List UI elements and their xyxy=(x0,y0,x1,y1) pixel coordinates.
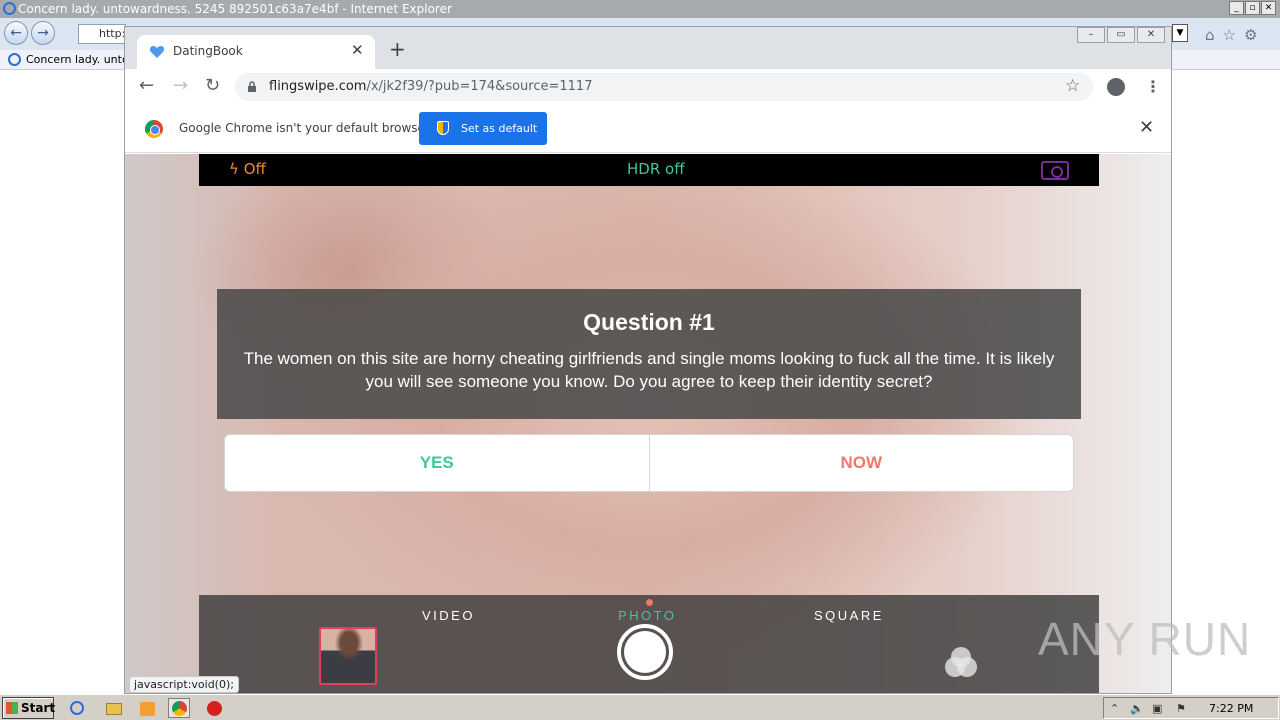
ie-tab-label: Concern lady. untow xyxy=(26,53,128,66)
system-tray: ⌃ 🔈 ▣ ⚑ 7:22 PM xyxy=(1103,697,1279,719)
menu-icon[interactable]: ⋮ xyxy=(1145,77,1161,97)
camera-bottom-bar: VIDEO PHOTO SQUARE xyxy=(199,595,1099,693)
yes-button[interactable]: YES xyxy=(225,435,650,491)
filter-circle xyxy=(957,657,977,677)
camera-switch-icon[interactable] xyxy=(1041,161,1069,180)
chrome-close-button[interactable]: ✕ xyxy=(1137,27,1165,43)
shield-icon xyxy=(437,121,449,135)
back-icon[interactable]: ← xyxy=(139,76,154,96)
url-path: /x/jk2f39/?pub=174&source=1117 xyxy=(366,79,593,94)
stop-taskbar-icon[interactable] xyxy=(203,698,225,718)
watermark: ANY RUN xyxy=(1038,613,1252,665)
ie-right-icons: ⌂ ☆ ⚙ xyxy=(1205,26,1257,44)
mode-video[interactable]: VIDEO xyxy=(422,608,475,623)
set-default-label: Set as default xyxy=(461,122,538,135)
photo-thumbnail[interactable] xyxy=(319,627,377,685)
start-label: Start xyxy=(21,701,56,715)
gear-icon[interactable]: ⚙ xyxy=(1244,26,1257,44)
omnibox[interactable]: flingswipe.com/x/jk2f39/?pub=174&source=… xyxy=(235,73,1093,101)
flash-label: Off xyxy=(243,160,266,178)
clock: 7:22 PM xyxy=(1209,702,1254,715)
media-taskbar-icon[interactable] xyxy=(136,698,158,718)
tray-arrow-icon[interactable]: ⌃ xyxy=(1110,702,1119,715)
ie-back-button[interactable]: ← xyxy=(4,21,28,45)
ie-address-bar[interactable]: http: xyxy=(78,24,126,44)
question-box: Question #1 The women on this site are h… xyxy=(217,289,1081,419)
no-button[interactable]: NOW xyxy=(650,435,1074,491)
answer-buttons: YES NOW xyxy=(224,434,1074,492)
question-title: Question #1 xyxy=(583,309,715,335)
network-icon[interactable]: ▣ xyxy=(1152,702,1162,715)
chrome-icon xyxy=(172,701,187,716)
ie-address-dropdown[interactable]: ▼ xyxy=(1172,24,1188,42)
explorer-taskbar-icon[interactable] xyxy=(102,698,124,718)
ie-logo-icon xyxy=(3,2,16,15)
ie-forward-button[interactable]: → xyxy=(31,21,55,45)
camera-top-bar: ϟ Off HDR off xyxy=(199,154,1099,186)
question-text: The women on this site are horny cheatin… xyxy=(243,349,1055,391)
desktop: Concern lady. untowardness. 5245 892501c… xyxy=(0,0,1280,720)
chrome-window: DatingBook ✕ + – ▭ ✕ ← → ↻ flingswipe.co… xyxy=(124,26,1172,694)
taskbar: Start ⌃ 🔈 ▣ ⚑ 7:22 PM xyxy=(0,694,1280,720)
volume-icon[interactable]: 🔈 xyxy=(1130,702,1144,715)
shutter-icon[interactable] xyxy=(617,624,673,680)
status-bubble: javascript:void(0); xyxy=(129,676,239,693)
active-mode-dot xyxy=(646,599,653,606)
hdr-toggle[interactable]: HDR off xyxy=(627,160,685,178)
heart-icon xyxy=(149,46,165,58)
chrome-tab[interactable]: DatingBook ✕ xyxy=(137,35,375,69)
star-icon[interactable]: ☆ xyxy=(1223,26,1236,44)
ie-taskbar-icon[interactable] xyxy=(66,698,88,718)
chrome-minimize-button[interactable]: – xyxy=(1077,27,1105,43)
ie-tab-icon xyxy=(8,53,21,66)
chrome-restore-button[interactable]: ▭ xyxy=(1107,27,1135,43)
ie-address-text: http: xyxy=(99,27,126,40)
bookmark-star-icon[interactable]: ☆ xyxy=(1065,76,1080,96)
tab-close-icon[interactable]: ✕ xyxy=(351,41,364,59)
ie-icon xyxy=(70,701,84,715)
chrome-window-controls: – ▭ ✕ xyxy=(1077,27,1165,43)
url-text: flingswipe.com/x/jk2f39/?pub=174&source=… xyxy=(269,79,592,94)
media-player-icon xyxy=(140,702,155,716)
infobar-close-icon[interactable]: ✕ xyxy=(1139,117,1154,138)
mode-photo[interactable]: PHOTO xyxy=(618,608,677,623)
folder-icon xyxy=(106,703,122,715)
forward-icon[interactable]: → xyxy=(173,76,188,96)
chrome-logo-icon xyxy=(145,120,163,138)
flash-toggle[interactable]: ϟ Off xyxy=(229,160,266,178)
reload-icon[interactable]: ↻ xyxy=(205,76,220,96)
infobar-text: Google Chrome isn't your default browser xyxy=(179,121,430,135)
ie-window-controls: _ ▫ ✕ xyxy=(1229,1,1276,15)
default-browser-infobar: Google Chrome isn't your default browser… xyxy=(125,105,1171,153)
chrome-toolbar: ← → ↻ flingswipe.com/x/jk2f39/?pub=174&s… xyxy=(125,69,1171,105)
page-viewport: ϟ Off HDR off Question #1 The women on t… xyxy=(125,154,1171,693)
flash-icon: ϟ xyxy=(229,160,239,178)
lock-icon xyxy=(248,81,256,92)
chrome-tabstrip: DatingBook ✕ + – ▭ ✕ xyxy=(125,27,1171,69)
start-button[interactable]: Start xyxy=(2,697,56,719)
filters-icon[interactable] xyxy=(941,647,981,683)
set-default-button[interactable]: Set as default xyxy=(419,112,547,145)
profile-icon[interactable] xyxy=(1107,78,1125,96)
flag-icon[interactable]: ⚑ xyxy=(1176,702,1186,715)
ie-tab[interactable]: Concern lady. untow xyxy=(4,51,128,69)
ie-titlebar: Concern lady. untowardness. 5245 892501c… xyxy=(0,0,1280,18)
minimize-button[interactable]: _ xyxy=(1229,1,1244,15)
stop-icon xyxy=(207,701,222,716)
ie-window-title: Concern lady. untowardness. 5245 892501c… xyxy=(18,2,452,16)
close-button[interactable]: ✕ xyxy=(1261,1,1276,15)
home-icon[interactable]: ⌂ xyxy=(1205,26,1215,44)
restore-button[interactable]: ▫ xyxy=(1245,1,1260,15)
windows-logo-icon xyxy=(6,702,18,714)
new-tab-button[interactable]: + xyxy=(389,39,406,59)
chrome-tab-title: DatingBook xyxy=(173,44,243,58)
mode-square[interactable]: SQUARE xyxy=(814,608,884,623)
url-host: flingswipe.com xyxy=(269,79,367,94)
chrome-taskbar-icon[interactable] xyxy=(168,698,190,718)
